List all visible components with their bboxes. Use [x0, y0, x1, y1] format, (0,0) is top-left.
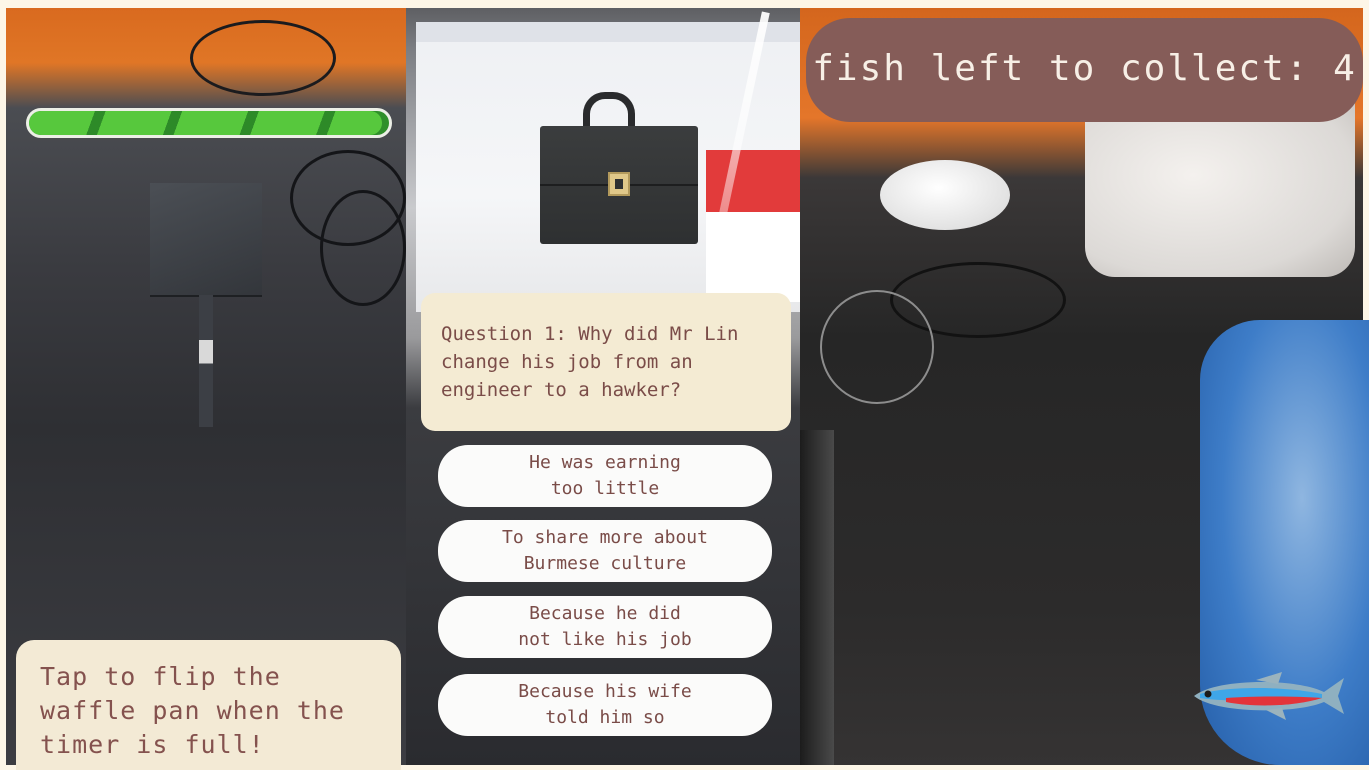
answer-button-2[interactable]: To share more about Burmese culture: [438, 520, 772, 582]
fish-counter-text: fish left to collect: 4: [812, 48, 1357, 89]
cable-background: [190, 20, 336, 96]
waffle-pan-handle[interactable]: [199, 295, 213, 427]
briefcase-handle: [583, 92, 635, 130]
waffle-pan[interactable]: [150, 183, 262, 295]
laptop-edge-background: [800, 430, 834, 765]
cable-background: [320, 190, 406, 306]
answer-button-1[interactable]: He was earning too little: [438, 445, 772, 507]
timer-progress-fill: [29, 111, 382, 135]
neon-tetra-icon[interactable]: [1186, 672, 1346, 720]
browser-tabs-background: [416, 22, 800, 42]
answer-button-4[interactable]: Because his wife told him so: [438, 674, 772, 736]
briefcase-clasp: [608, 172, 630, 196]
computer-mouse-background: [880, 160, 1010, 230]
timer-progress-bar: [26, 108, 392, 138]
flip-hint-text: Tap to flip the waffle pan when the time…: [40, 662, 345, 759]
question-text: Question 1: Why did Mr Lin change his jo…: [441, 323, 739, 401]
cable-background: [820, 290, 934, 404]
webpage-text-background: [706, 212, 801, 302]
answer-button-3[interactable]: Because he did not like his job: [438, 596, 772, 658]
